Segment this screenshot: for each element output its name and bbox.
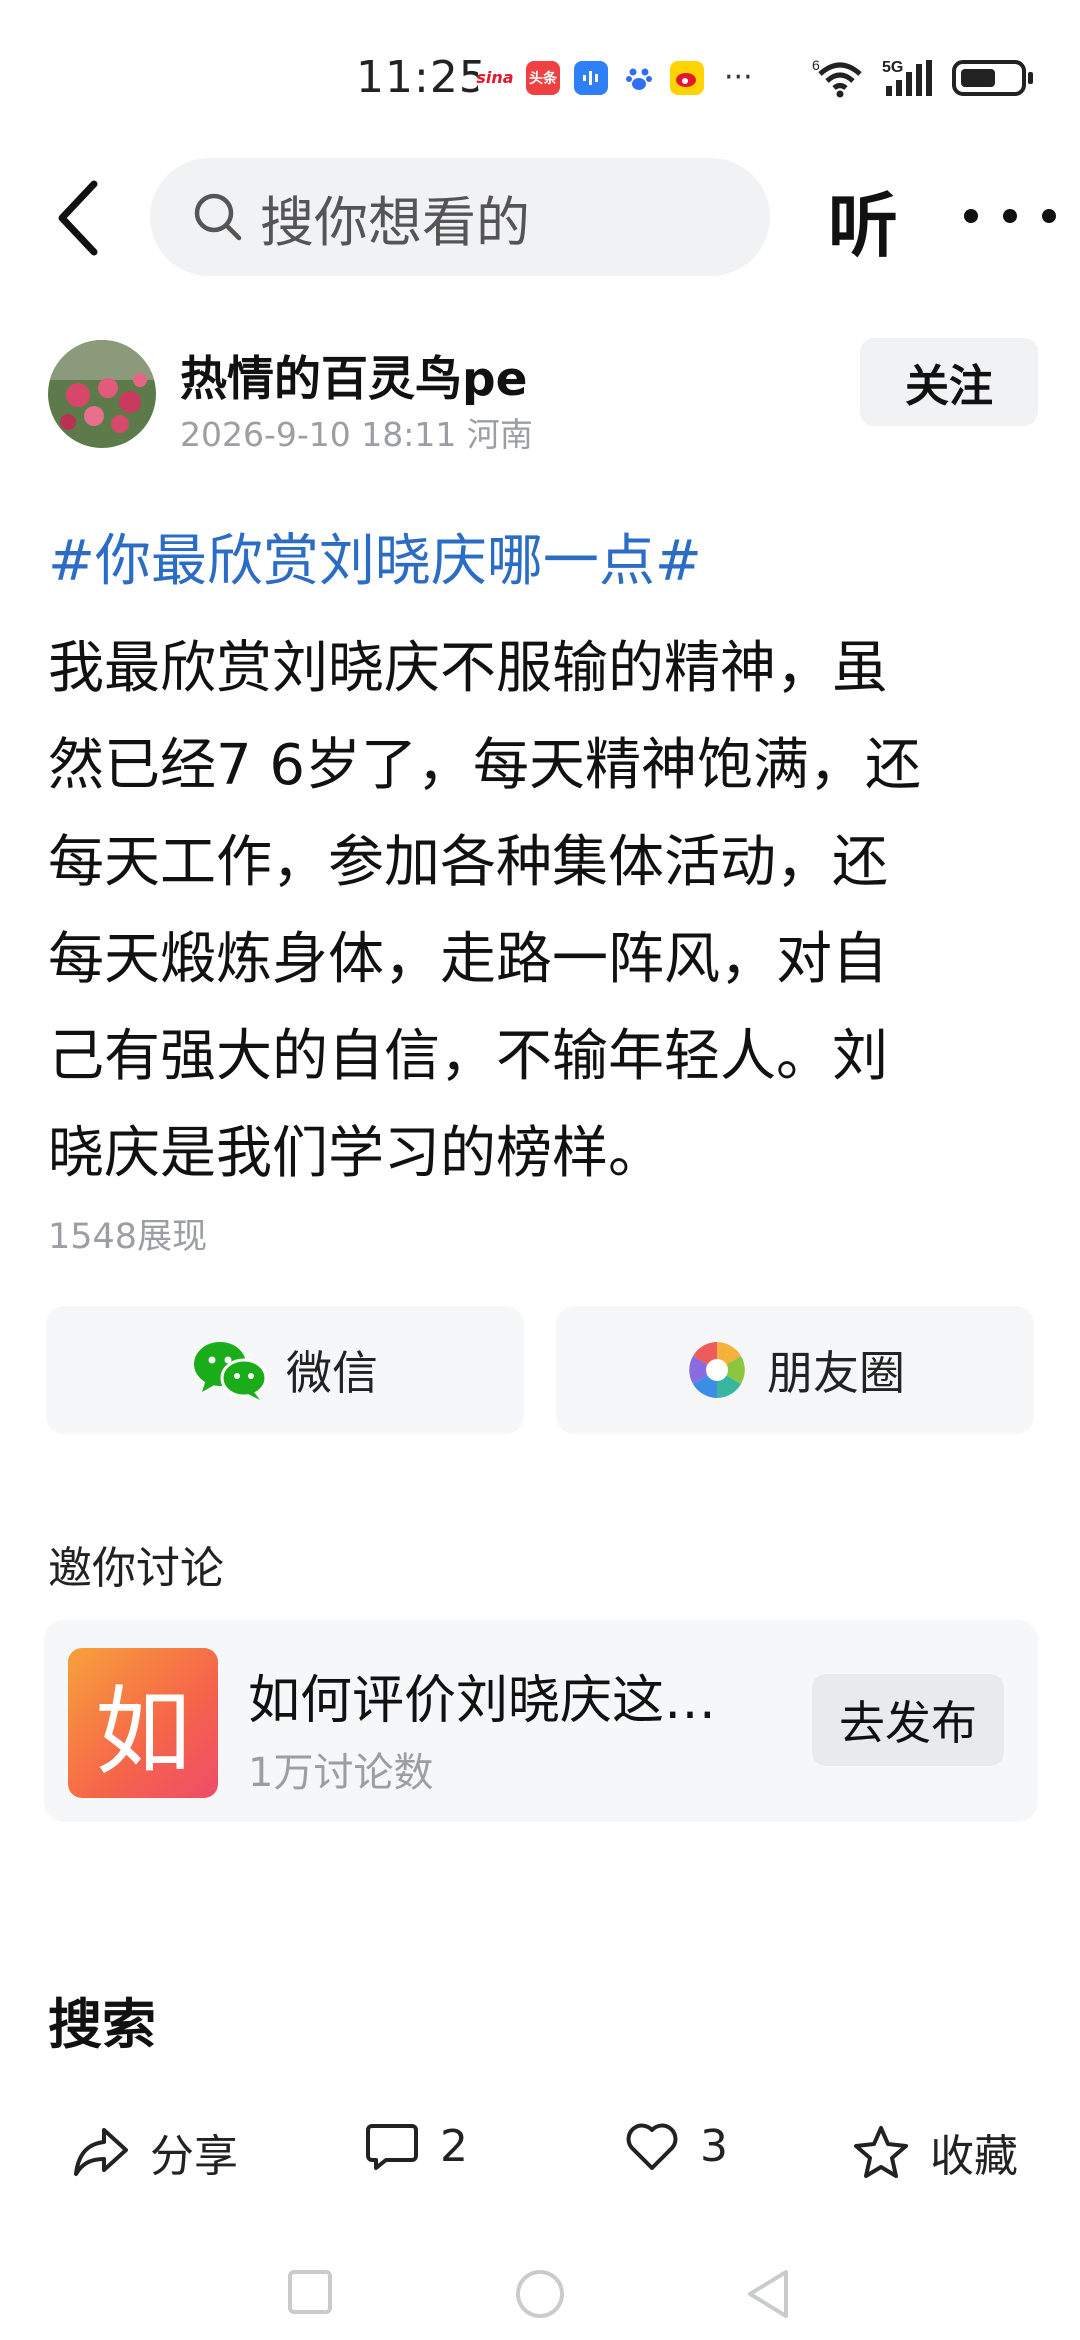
heart-icon bbox=[626, 2123, 678, 2170]
comment-icon bbox=[366, 2124, 418, 2170]
baidu-icon bbox=[622, 60, 656, 95]
more-icon[interactable] bbox=[955, 206, 1065, 226]
avatar[interactable] bbox=[48, 340, 156, 448]
wechat-icon bbox=[194, 1342, 268, 1400]
recent-apps-icon[interactable] bbox=[286, 2268, 334, 2316]
topic-title[interactable]: 如何评价刘晓庆这… bbox=[248, 1658, 716, 1733]
post-line: 我最欣赏刘晓庆不服输的精神，虽 bbox=[48, 636, 888, 701]
svg-text:5G: 5G bbox=[882, 59, 903, 76]
toutiao-icon: 头条 bbox=[526, 60, 560, 95]
topic-logo: 如 bbox=[68, 1648, 218, 1798]
share-wechat-label: 微信 bbox=[286, 1346, 378, 1400]
search-section-title: 搜索 bbox=[48, 1993, 156, 2056]
invite-title: 邀你讨论 bbox=[48, 1543, 224, 1594]
view-count: 1548展现 bbox=[48, 1217, 208, 1257]
search-placeholder: 搜你想看的 bbox=[260, 190, 530, 254]
voice-app-icon bbox=[574, 60, 608, 95]
follow-button[interactable]: 关注 bbox=[860, 338, 1038, 426]
like-count: 3 bbox=[700, 2120, 728, 2172]
comment-count: 2 bbox=[440, 2120, 468, 2172]
weibo-icon bbox=[670, 60, 704, 95]
status-app-icons: sina 头条 ··· bbox=[476, 60, 753, 95]
topic-card[interactable]: 如 如何评价刘晓庆这… 1万讨论数 去发布 bbox=[44, 1620, 1038, 1822]
search-bar[interactable]: 搜你想看的 bbox=[150, 158, 770, 276]
share-wechat-button[interactable]: 微信 bbox=[46, 1306, 524, 1434]
post-line: 每天煅炼身体，走路一阵风，对自 bbox=[48, 927, 888, 992]
publish-button[interactable]: 去发布 bbox=[812, 1674, 1004, 1766]
wifi-icon: 6 bbox=[812, 57, 862, 98]
favorite-action[interactable]: 收藏 bbox=[852, 2120, 1018, 2184]
share-action[interactable]: 分享 bbox=[72, 2120, 238, 2184]
post-line: 每天工作，参加各种集体活动，还 bbox=[48, 830, 888, 895]
author-name[interactable]: 热情的百灵鸟pe bbox=[180, 340, 528, 409]
topic-count: 1万讨论数 bbox=[248, 1750, 434, 1796]
favorite-label: 收藏 bbox=[930, 2131, 1018, 2182]
svg-text:6: 6 bbox=[812, 57, 820, 73]
moments-icon bbox=[689, 1342, 745, 1398]
status-right-indicators: 6 5G bbox=[812, 56, 1036, 100]
post-meta: 2026-9-10 18:11 河南 bbox=[180, 415, 533, 454]
comment-action[interactable]: 2 bbox=[364, 2120, 468, 2172]
sina-icon: sina bbox=[476, 60, 514, 95]
share-moments-label: 朋友圈 bbox=[767, 1346, 905, 1400]
share-icon bbox=[74, 2128, 128, 2176]
search-icon bbox=[194, 193, 242, 241]
home-icon[interactable] bbox=[514, 2268, 566, 2320]
system-back-icon[interactable] bbox=[744, 2268, 792, 2320]
post-line: 晓庆是我们学习的榜样。 bbox=[48, 1121, 664, 1186]
listen-button[interactable]: 听 bbox=[828, 170, 898, 271]
post-line: 然已经7 6岁了，每天精神饱满，还 bbox=[48, 733, 922, 798]
star-icon bbox=[854, 2126, 908, 2178]
share-action-label: 分享 bbox=[150, 2131, 238, 2182]
post-body: 我最欣赏刘晓庆不服输的精神，虽 然已经7 6岁了，每天精神饱满，还 每天工作，参… bbox=[48, 620, 1033, 1202]
share-moments-button[interactable]: 朋友圈 bbox=[556, 1306, 1034, 1434]
signal-5g-icon: 5G bbox=[882, 59, 932, 96]
status-time: 11:25 bbox=[356, 52, 488, 103]
hashtag-link[interactable]: #你最欣赏刘晓庆哪一点# bbox=[48, 516, 702, 597]
like-action[interactable]: 3 bbox=[624, 2120, 728, 2172]
status-overflow: ··· bbox=[724, 60, 753, 95]
back-icon[interactable] bbox=[50, 178, 110, 258]
post-line: 己有强大的自信，不输年轻人。刘 bbox=[48, 1024, 888, 1089]
battery-icon bbox=[952, 60, 1033, 96]
